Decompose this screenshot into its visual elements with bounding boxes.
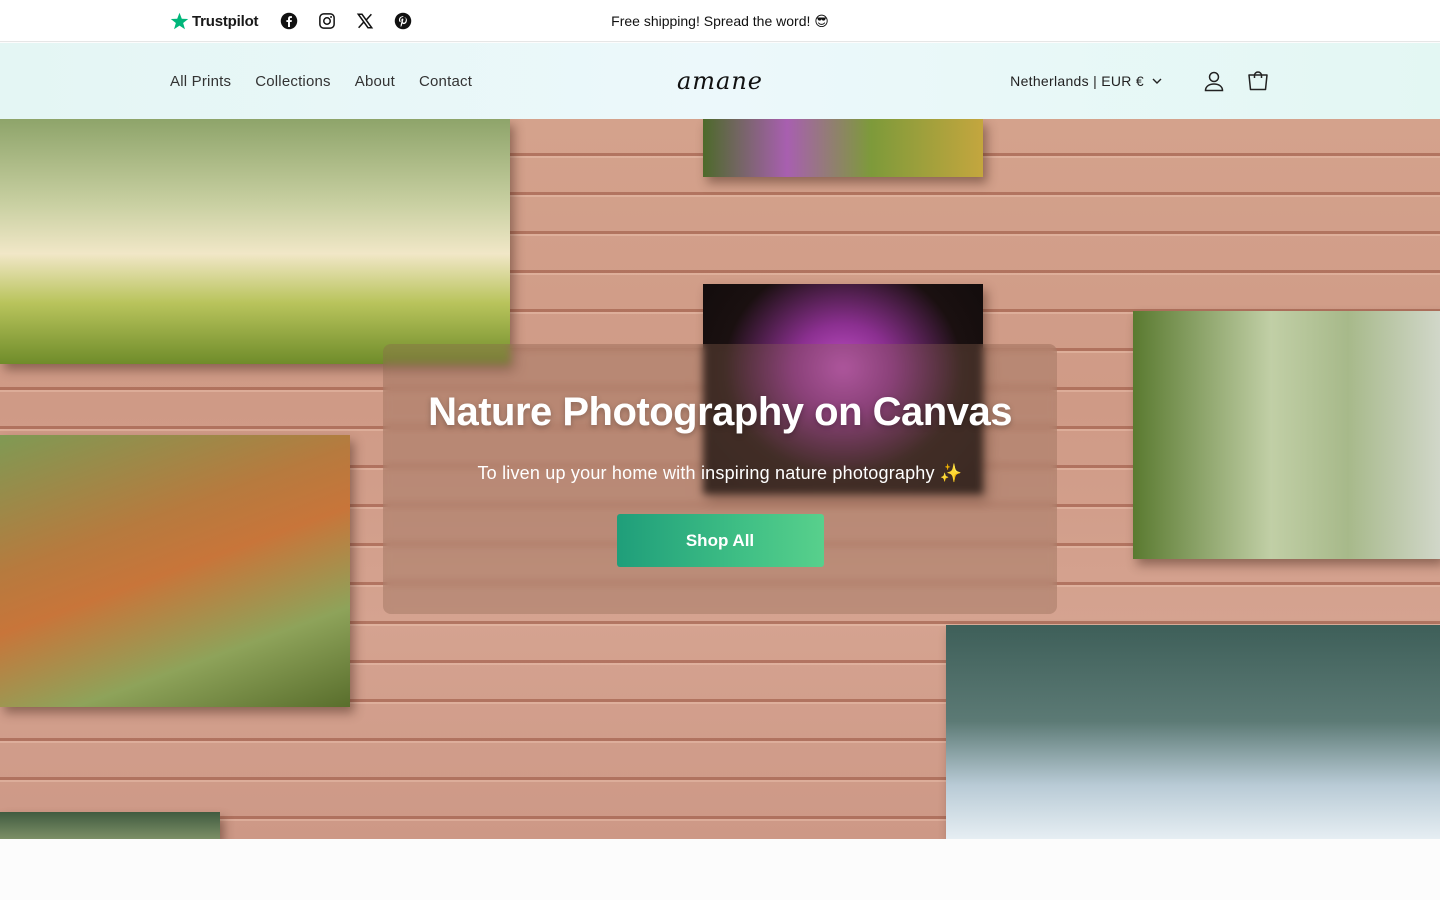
announcement-bar: Trustpilot Free shipping! Spread the wor…: [0, 0, 1440, 42]
hero-content: Nature Photography on Canvas To liven up…: [383, 344, 1057, 614]
hero-subtitle: To liven up your home with inspiring nat…: [477, 463, 963, 483]
frost-crystals-photo: [946, 625, 1440, 839]
nav-collections[interactable]: Collections: [255, 73, 331, 90]
partial-photo: [0, 812, 220, 839]
locale-selector[interactable]: Netherlands | EUR €: [1010, 73, 1162, 89]
account-icon[interactable]: [1202, 69, 1226, 93]
site-logo[interactable]: amane: [620, 43, 820, 119]
site-header: All Prints Collections About Contact ama…: [0, 43, 1440, 119]
butterfly-photo: [0, 119, 510, 364]
thistle-photo: [703, 119, 983, 177]
pinterest-icon[interactable]: [394, 12, 412, 30]
trustpilot-label: Trustpilot: [192, 12, 259, 30]
locale-label: Netherlands | EUR €: [1010, 73, 1144, 89]
trustpilot-link[interactable]: Trustpilot: [170, 12, 259, 31]
shop-all-button[interactable]: Shop All: [616, 514, 824, 567]
facebook-icon[interactable]: [280, 12, 298, 30]
flowering-rush-photo: [1133, 311, 1440, 559]
chevron-down-icon: [1152, 78, 1162, 84]
nav-about[interactable]: About: [355, 73, 395, 90]
hero-title: Nature Photography on Canvas: [428, 390, 1012, 434]
main-nav: All Prints Collections About Contact: [170, 43, 496, 119]
trustpilot-star-icon: [170, 12, 189, 29]
x-icon[interactable]: [356, 12, 374, 30]
announcement-text: Free shipping! Spread the word! 😎: [611, 13, 829, 29]
instagram-icon[interactable]: [318, 12, 336, 30]
social-links: Trustpilot: [170, 0, 432, 42]
nav-all-prints[interactable]: All Prints: [170, 73, 231, 90]
fox-photo: [0, 435, 350, 707]
page-below-hero: [0, 839, 1440, 900]
header-actions: Netherlands | EUR €: [1010, 43, 1270, 119]
cart-icon[interactable]: [1246, 69, 1270, 93]
hero-banner: Nature Photography on Canvas To liven up…: [0, 119, 1440, 839]
nav-contact[interactable]: Contact: [419, 73, 472, 90]
